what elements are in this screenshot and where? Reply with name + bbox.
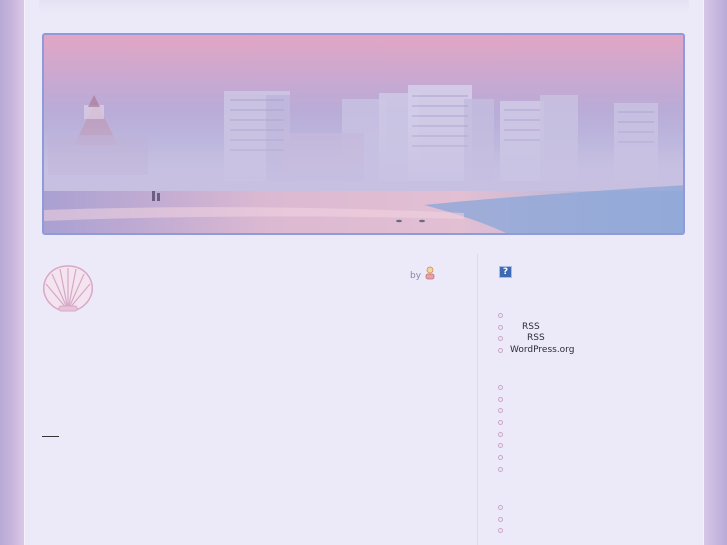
author-icon[interactable] xyxy=(425,266,435,280)
rss-link[interactable]: RSS xyxy=(522,322,540,334)
bullet-icon xyxy=(498,505,503,510)
bullet-icon xyxy=(498,348,503,354)
bullet-icon xyxy=(498,313,503,318)
beach-skyline-illustration xyxy=(44,35,683,233)
seashell-icon xyxy=(43,265,93,312)
header-banner-image[interactable] xyxy=(42,33,685,235)
bullet-icon xyxy=(498,408,503,414)
bullet-icon xyxy=(498,443,503,449)
bullet-icon xyxy=(498,324,503,330)
bullet-icon xyxy=(498,420,503,426)
bullet-icon xyxy=(498,396,503,402)
bullet-icon xyxy=(498,336,503,342)
help-icon[interactable]: ? xyxy=(499,266,512,278)
bullet-icon xyxy=(498,516,503,522)
post-separator xyxy=(42,436,59,437)
sidebar: ? RSS RSS WordPress.org xyxy=(477,254,704,545)
top-bar xyxy=(39,0,689,12)
rss-link[interactable]: RSS xyxy=(527,333,545,345)
wordpress-link[interactable]: WordPress.org xyxy=(510,345,574,357)
bullet-icon xyxy=(498,528,503,534)
bullet-icon xyxy=(498,455,503,461)
bullet-icon xyxy=(498,466,503,472)
bullet-icon xyxy=(498,385,503,390)
page-container: by ? RSS RSS WordPress.org xyxy=(24,0,704,545)
post-byline: by xyxy=(410,271,422,281)
bullet-icon xyxy=(498,431,503,437)
